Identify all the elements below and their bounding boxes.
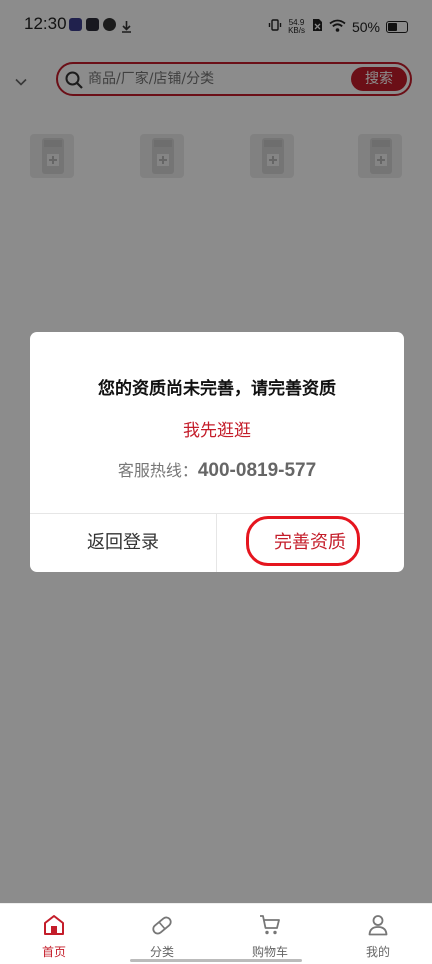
tab-category-label: 分类 <box>149 945 174 959</box>
hotline-row: 客服热线：400-0819-577 <box>30 457 404 482</box>
dialog-title: 您的资质尚未完善，请完善资质 <box>98 379 336 399</box>
home-indicator[interactable] <box>130 959 302 962</box>
complete-qualification-button[interactable]: 完善资质 <box>217 514 403 572</box>
tab-category[interactable]: 分类 <box>108 904 216 964</box>
qualification-dialog: 您的资质尚未完善，请完善资质 我先逛逛 客服热线：400-0819-577 返回… <box>30 332 404 572</box>
pill-icon <box>150 913 174 937</box>
tab-mine-label: 我的 <box>365 945 390 959</box>
tab-cart-label: 购物车 <box>251 945 288 959</box>
tab-mine[interactable]: 我的 <box>324 904 432 964</box>
browse-first-link[interactable]: 我先逛逛 <box>30 416 404 441</box>
bottom-nav: 首页 分类 购物车 我的 <box>0 903 432 964</box>
back-to-login-button[interactable]: 返回登录 <box>30 514 216 572</box>
tab-home-label: 首页 <box>41 945 66 959</box>
tab-home[interactable]: 首页 <box>0 904 108 964</box>
hotline-number[interactable]: 400-0819-577 <box>198 460 316 481</box>
home-icon <box>42 913 66 937</box>
tab-cart[interactable]: 购物车 <box>216 904 324 964</box>
hotline-label: 客服热线： <box>117 461 198 480</box>
user-icon <box>366 913 390 937</box>
cart-icon <box>258 913 282 937</box>
